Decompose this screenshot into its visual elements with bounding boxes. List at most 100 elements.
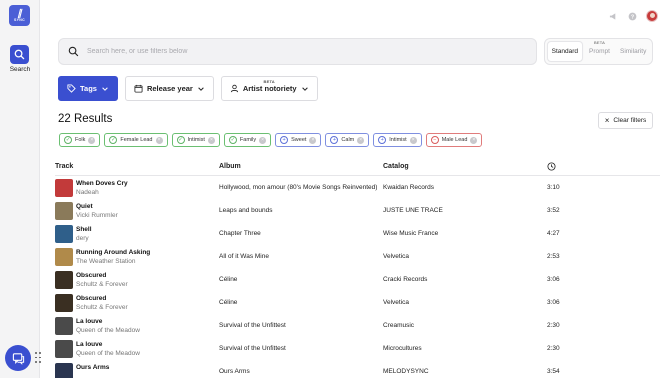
track-duration: 4:27 [547, 230, 560, 237]
active-tag-chips: ✓ Folk × ✓ Female Lead × ✓ Intimist × ✓ Family × + Sw… [59, 133, 483, 147]
search-mode-toggle: Standard BETA Prompt Similarity [544, 38, 653, 65]
track-album: Céline [219, 276, 238, 283]
track-title[interactable]: Shell [76, 226, 92, 233]
mode-similarity[interactable]: Similarity [616, 41, 650, 62]
clock-icon [547, 162, 556, 171]
results-count: 22 Results [58, 113, 113, 125]
track-album: Survival of the Unfittest [219, 322, 286, 329]
search-bar [58, 38, 537, 65]
tag-chip[interactable]: ✓ Intimist × [171, 133, 220, 147]
album-cover[interactable] [55, 202, 73, 220]
sidebar-item-search-label: Search [9, 66, 31, 73]
track-title[interactable]: Ours Arms [76, 364, 109, 371]
column-header-catalog[interactable]: Catalog [383, 163, 409, 170]
track-title[interactable]: Obscured [76, 272, 106, 279]
app-logo[interactable]: ∥ SYNC [9, 5, 30, 26]
help-icon[interactable]: ? [627, 11, 637, 21]
table-row[interactable]: Ours Arms Ours Arms MELODYSYNC 3:54 [55, 361, 660, 378]
remove-tag-icon[interactable]: × [207, 136, 215, 144]
album-cover[interactable] [55, 179, 73, 197]
track-album: Céline [219, 299, 238, 306]
track-duration: 3:06 [547, 276, 560, 283]
tag-chip[interactable]: ✓ Family × [223, 133, 272, 147]
announcement-icon[interactable] [608, 11, 618, 21]
tag-mode-icon[interactable]: + [330, 136, 339, 144]
table-row[interactable]: Shell dery Chapter Three Wise Music France 4… [55, 223, 660, 246]
track-title[interactable]: Quiet [76, 203, 93, 210]
release-year-filter-button[interactable]: Release year [124, 76, 214, 101]
remove-tag-icon[interactable]: × [259, 136, 267, 144]
table-row[interactable]: Obscured Schultz & Forever Céline Cracki Re… [55, 269, 660, 292]
track-duration: 3:10 [547, 184, 560, 191]
track-duration: 3:06 [547, 299, 560, 306]
track-artist[interactable]: The Weather Station [76, 258, 136, 265]
track-artist[interactable]: Schultz & Forever [76, 281, 128, 288]
chat-button[interactable] [5, 345, 31, 371]
table-row[interactable]: Obscured Schultz & Forever Céline Velvetica… [55, 292, 660, 315]
mode-standard[interactable]: Standard [547, 41, 583, 62]
album-cover[interactable] [55, 340, 73, 358]
tag-chip-label: Male Lead [441, 137, 468, 143]
album-cover[interactable] [55, 317, 73, 335]
album-cover[interactable] [55, 294, 73, 312]
track-title[interactable]: La louve [76, 341, 102, 348]
tag-chip[interactable]: + Intimist × [373, 133, 422, 147]
table-row[interactable]: La louve Queen of the Meadow Survival of t… [55, 338, 660, 361]
table-row[interactable]: When Doves Cry Nadeah Hollywood, mon amour… [55, 177, 660, 200]
track-artist[interactable]: Nadeah [76, 189, 99, 196]
track-artist[interactable]: Schultz & Forever [76, 304, 128, 311]
album-cover[interactable] [55, 248, 73, 266]
drag-handle-icon[interactable] [35, 352, 41, 364]
column-header-duration[interactable] [547, 162, 556, 173]
mode-prompt-label: Prompt [589, 48, 610, 55]
album-cover[interactable] [55, 363, 73, 378]
mode-prompt[interactable]: BETA Prompt [583, 40, 617, 62]
track-title[interactable]: Obscured [76, 295, 106, 302]
remove-tag-icon[interactable]: × [155, 136, 163, 144]
tag-chip-label: Intimist [389, 137, 407, 143]
track-album: Hollywood, mon amour (80's Movie Songs R… [219, 184, 378, 191]
column-header-track[interactable]: Track [55, 163, 73, 170]
track-title[interactable]: La louve [76, 318, 102, 325]
tag-mode-icon[interactable]: ✓ [109, 136, 118, 144]
track-title[interactable]: Running Around Asking [76, 249, 150, 256]
tag-chip[interactable]: + Calm × [325, 133, 370, 147]
track-catalog: Wise Music France [383, 230, 439, 237]
tag-mode-icon[interactable]: + [280, 136, 289, 144]
clear-filters-button[interactable]: × Clear filters [598, 112, 653, 129]
search-input[interactable] [87, 48, 517, 55]
track-title[interactable]: When Doves Cry [76, 180, 128, 187]
tag-chip[interactable]: + Sweet × [275, 133, 322, 147]
album-cover[interactable] [55, 225, 73, 243]
tag-mode-icon[interactable]: ✓ [64, 136, 72, 144]
tag-chip[interactable]: − Male Lead × [425, 133, 483, 147]
track-artist[interactable]: Queen of the Meadow [76, 350, 140, 357]
table-row[interactable]: La louve Queen of the Meadow Survival of t… [55, 315, 660, 338]
track-catalog: Cracki Records [383, 276, 428, 283]
tag-mode-icon[interactable]: + [378, 136, 387, 144]
remove-tag-icon[interactable]: × [357, 136, 365, 144]
track-artist[interactable]: Vicki Rummler [76, 212, 118, 219]
user-icon [230, 84, 238, 93]
track-artist[interactable]: dery [76, 235, 89, 242]
remove-tag-icon[interactable]: × [409, 136, 417, 144]
avatar[interactable] [646, 10, 658, 22]
track-catalog: MELODYSYNC [383, 368, 429, 375]
tag-mode-icon[interactable]: ✓ [228, 136, 237, 144]
table-row[interactable]: Quiet Vicki Rummler Leaps and bounds JUSTE … [55, 200, 660, 223]
tag-chip-label: Family [239, 137, 257, 143]
column-header-album[interactable]: Album [219, 163, 241, 170]
album-cover[interactable] [55, 271, 73, 289]
tag-mode-icon[interactable]: − [430, 136, 439, 144]
track-artist[interactable]: Queen of the Meadow [76, 327, 140, 334]
table-row[interactable]: Running Around Asking The Weather Station… [55, 246, 660, 269]
artist-notoriety-filter-button[interactable]: BETA Artist notoriety [220, 76, 318, 101]
remove-tag-icon[interactable]: × [309, 136, 317, 144]
sidebar-item-search[interactable] [10, 45, 29, 64]
tag-chip[interactable]: ✓ Female Lead × [104, 133, 168, 147]
remove-tag-icon[interactable]: × [470, 136, 478, 144]
tag-chip[interactable]: ✓ Folk × [59, 133, 101, 147]
remove-tag-icon[interactable]: × [88, 136, 96, 144]
tags-filter-button[interactable]: Tags [58, 76, 118, 101]
tag-mode-icon[interactable]: ✓ [176, 136, 185, 144]
